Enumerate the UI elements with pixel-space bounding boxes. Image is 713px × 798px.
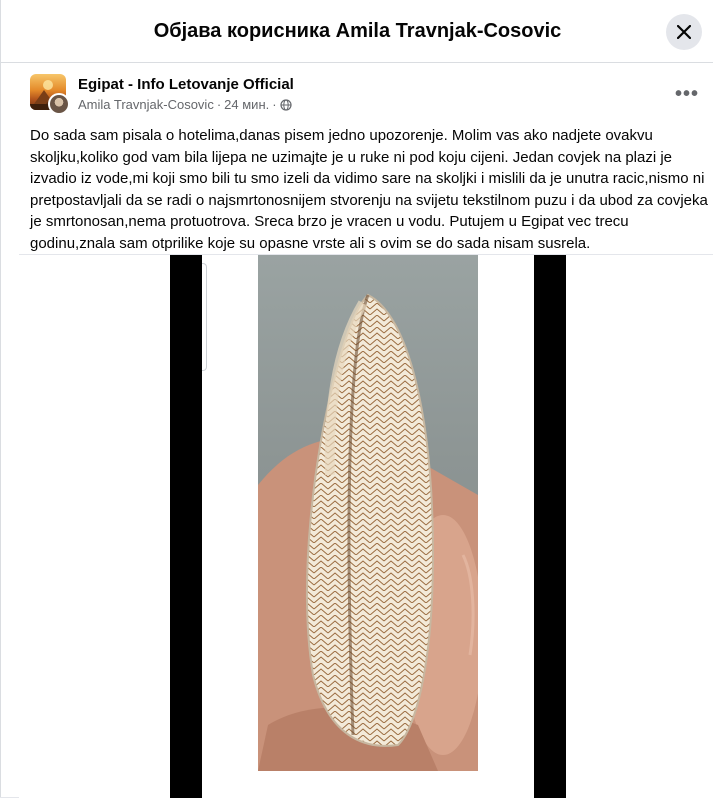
globe-icon[interactable]: [279, 98, 292, 111]
close-icon: [677, 25, 691, 39]
meta-separator: ·: [216, 97, 222, 112]
user-avatar[interactable]: [48, 93, 70, 115]
close-button[interactable]: [666, 14, 702, 50]
more-options-button[interactable]: •••: [671, 78, 703, 110]
post-header: Egipat - Info Letovanje Official Amila T…: [1, 63, 713, 123]
photo-frame[interactable]: [202, 255, 534, 798]
avatar[interactable]: [30, 74, 70, 115]
cone-shell-image: [258, 293, 478, 771]
letterbox-left: [170, 255, 202, 798]
post-meta: Amila Travnjak-Cosovic · 24 мин. ·: [78, 97, 292, 112]
post-media[interactable]: [19, 254, 713, 798]
background-edge: [202, 263, 207, 371]
meta-separator: ·: [272, 97, 277, 112]
author-link[interactable]: Amila Travnjak-Cosovic: [78, 97, 214, 112]
more-horizontal-icon: •••: [674, 82, 699, 105]
dialog-header: Објава корисника Amila Travnjak-Cosovic: [1, 0, 713, 63]
letterbox-right: [534, 255, 566, 798]
post-time[interactable]: 24 мин.: [224, 97, 269, 112]
post-dialog: Објава корисника Amila Travnjak-Cosovic …: [0, 0, 713, 798]
page-name-link[interactable]: Egipat - Info Letovanje Official: [78, 76, 294, 93]
dialog-title: Објава корисника Amila Travnjak-Cosovic: [153, 20, 562, 42]
post-text: Do sada sam pisala o hotelima,danas pise…: [30, 127, 708, 252]
cone-shell-photo[interactable]: [258, 255, 478, 771]
